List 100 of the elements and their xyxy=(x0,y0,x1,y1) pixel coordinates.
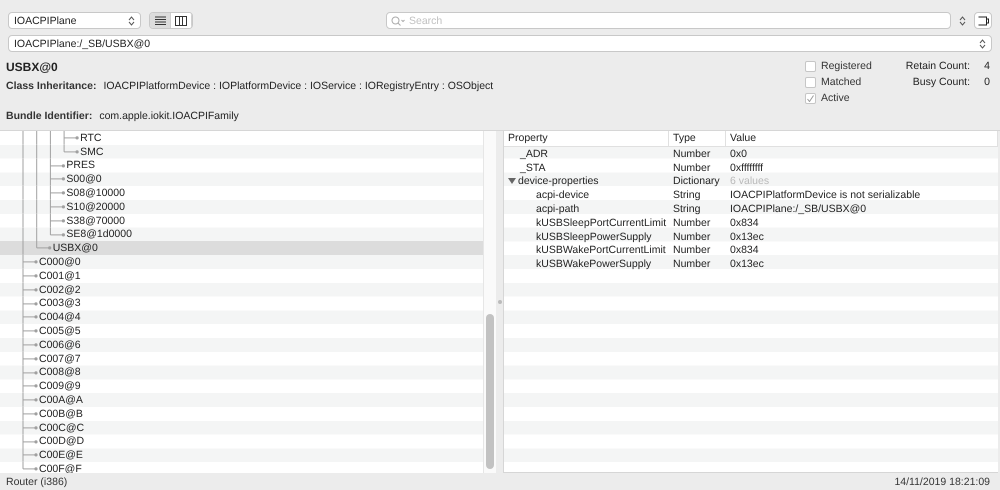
tree-row[interactable]: C007@7 xyxy=(0,352,483,366)
disclosure-triangle-icon[interactable] xyxy=(508,177,516,186)
field-value: IOACPIPlatformDevice : IOPlatformDevice : IOService : IORegistryEntry : OSObject xyxy=(103,80,494,92)
field-value: com.apple.iokit.IOACPIFamily xyxy=(99,110,239,122)
property-type: Number xyxy=(673,258,710,270)
tree-row[interactable]: S08@10000 xyxy=(0,186,483,200)
tree-connector xyxy=(22,420,39,435)
tree-connector xyxy=(22,158,66,172)
tree-row[interactable]: S10@20000 xyxy=(0,200,483,214)
view-mode-button[interactable] xyxy=(150,13,171,28)
tree-row[interactable]: RTC xyxy=(0,131,483,145)
property-name: acpi-device xyxy=(536,189,590,202)
inspector-toggle-button[interactable] xyxy=(974,12,992,29)
splitter-handle[interactable] xyxy=(498,300,502,304)
tree-connector xyxy=(22,131,80,145)
tree-row[interactable]: PRES xyxy=(0,158,483,172)
property-type: String xyxy=(673,203,700,216)
tree-row[interactable]: C001@1 xyxy=(0,268,483,283)
tree-row[interactable]: C008@8 xyxy=(0,366,483,380)
tree-row[interactable]: C00D@D xyxy=(0,434,483,448)
tree-row[interactable]: SE8@1d0000 xyxy=(0,228,483,242)
stepper-icon xyxy=(959,16,966,26)
checkbox[interactable] xyxy=(805,92,816,104)
checkbox-label: Matched xyxy=(821,76,862,88)
checkbox-label: Active xyxy=(821,92,850,104)
tree-connector xyxy=(22,379,39,394)
tree-row[interactable]: USBX@0 xyxy=(0,241,483,256)
count-label: Busy Count: xyxy=(912,76,970,88)
panel-icon xyxy=(978,16,988,26)
property-type: Number xyxy=(673,230,710,243)
tree-row[interactable]: C00A@A xyxy=(0,393,483,407)
tree-row[interactable]: SMC xyxy=(0,144,483,159)
checkbox[interactable] xyxy=(805,60,816,72)
tree-connector xyxy=(22,462,39,473)
stepper-icon xyxy=(979,38,986,48)
tree-connector xyxy=(22,338,39,352)
column-header[interactable]: Type xyxy=(669,131,726,146)
tree-row[interactable]: C006@6 xyxy=(0,338,483,352)
column-header[interactable]: Property xyxy=(504,131,669,146)
count-value: 4 xyxy=(983,60,990,72)
tree-row[interactable]: C00E@E xyxy=(0,448,483,462)
property-name: kUSBWakePowerSupply xyxy=(536,258,652,270)
column-header[interactable]: Value xyxy=(726,131,998,146)
object-title: USBX@0 xyxy=(6,60,59,74)
tree-row[interactable]: C004@4 xyxy=(0,310,483,324)
tree-connector xyxy=(22,172,66,186)
tree-connector xyxy=(22,366,39,380)
property-value: 0x0 xyxy=(730,148,747,160)
search-field[interactable]: Search xyxy=(386,12,951,29)
columns-view-icon xyxy=(175,16,187,26)
count-value: 0 xyxy=(983,76,990,88)
tree-connector xyxy=(22,268,39,283)
tree-connector xyxy=(22,406,39,421)
search-icon xyxy=(391,16,405,26)
property-value: 0x834 xyxy=(730,244,759,256)
property-type: Number xyxy=(673,216,710,229)
tree-connector xyxy=(22,144,80,159)
property-value: 0xffffffff xyxy=(730,162,764,174)
tree-row[interactable]: C009@9 xyxy=(0,379,483,394)
property-value: 0x13ec xyxy=(730,258,764,270)
plane-select[interactable]: IOACPIPlane xyxy=(8,12,141,29)
property-value: 6 values xyxy=(730,175,770,188)
property-type: Number xyxy=(673,148,710,160)
field-label: Bundle Identifier: xyxy=(6,110,92,122)
status-text: Router (i386) xyxy=(6,476,68,488)
property-name: _STA xyxy=(520,162,546,174)
property-type: Number xyxy=(673,244,710,256)
checkbox[interactable] xyxy=(805,76,816,88)
tree-connector xyxy=(22,282,39,297)
scrollbar-thumb[interactable] xyxy=(486,314,494,469)
stepper-icon xyxy=(128,16,135,26)
tree-row[interactable]: C002@2 xyxy=(0,282,483,297)
tree-row[interactable]: C00B@B xyxy=(0,406,483,421)
tree-row[interactable]: C005@5 xyxy=(0,324,483,338)
list-view-icon xyxy=(154,16,166,25)
tree-connector xyxy=(22,310,39,324)
tree-connector xyxy=(22,448,39,462)
tree-row[interactable]: C00C@C xyxy=(0,420,483,435)
property-value: 0x13ec xyxy=(730,230,764,243)
tree-connector xyxy=(22,434,39,448)
tree-connector xyxy=(22,200,66,214)
property-type: Dictionary xyxy=(673,175,720,188)
property-name: kUSBWakePortCurrentLimit xyxy=(536,244,666,256)
property-value: 0x834 xyxy=(730,216,759,229)
path-select[interactable]: IOACPIPlane:/_SB/USBX@0 xyxy=(8,35,992,52)
tree-row[interactable]: C003@3 xyxy=(0,296,483,310)
tree-connector xyxy=(22,186,66,200)
checkbox-label: Registered xyxy=(821,60,872,72)
tree-connector xyxy=(22,393,39,407)
property-type: String xyxy=(673,189,700,202)
tree-row[interactable]: C000@0 xyxy=(0,255,483,269)
property-type: Number xyxy=(673,162,710,174)
tree-row[interactable]: S00@0 xyxy=(0,172,483,186)
count-label: Retain Count: xyxy=(904,60,970,72)
property-name: kUSBSleepPortCurrentLimit xyxy=(536,216,666,229)
property-name: device-properties xyxy=(518,175,599,188)
property-name: acpi-path xyxy=(536,203,580,216)
property-name: kUSBSleepPowerSupply xyxy=(536,230,652,243)
tree-row[interactable]: S38@70000 xyxy=(0,214,483,228)
property-name: _ADR xyxy=(520,148,548,160)
